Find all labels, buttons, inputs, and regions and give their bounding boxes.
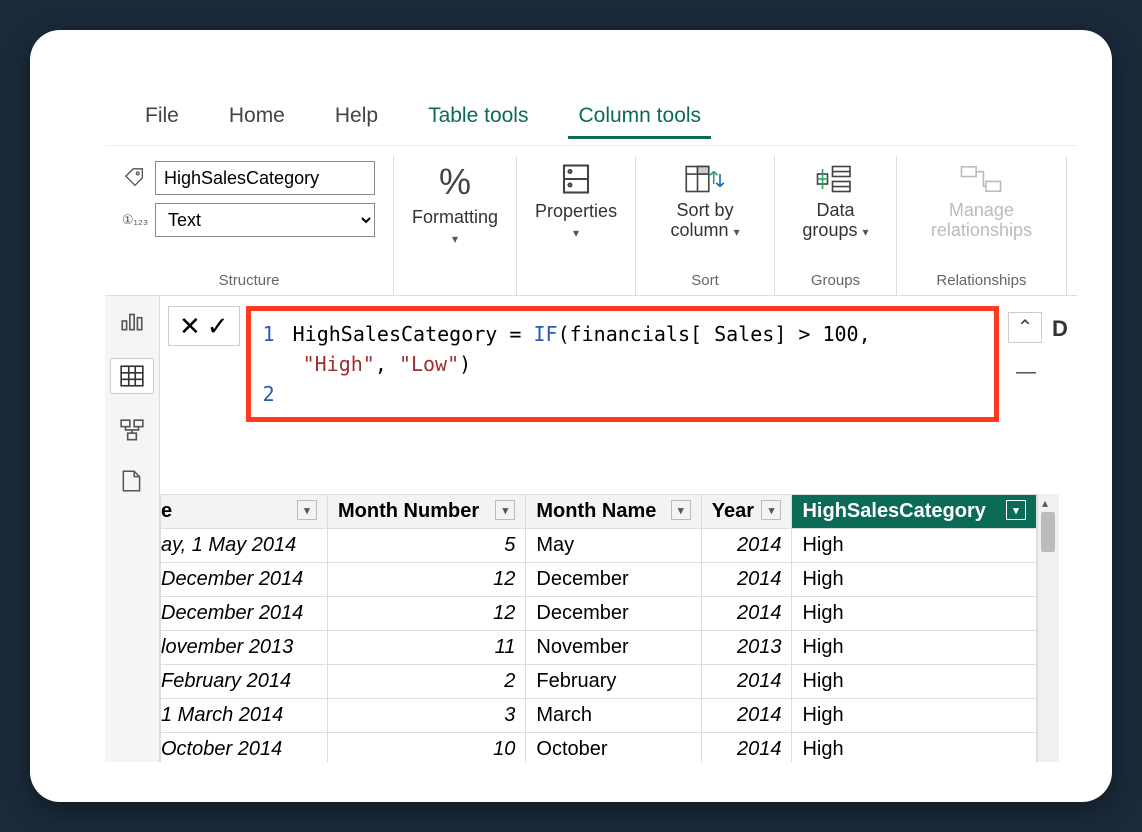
formula-resize-handle[interactable]: — — [1016, 361, 1034, 384]
data-type-select[interactable]: Text — [155, 203, 375, 237]
col-header-month-number[interactable]: Month Number ▾ — [328, 495, 526, 529]
tab-table-tools[interactable]: Table tools — [418, 100, 538, 139]
column-name-input[interactable] — [155, 161, 375, 195]
tag-icon — [123, 167, 147, 189]
tab-file[interactable]: File — [135, 100, 189, 139]
manage-relationships-button[interactable]: Manage relationships — [915, 161, 1048, 241]
datatype-icon: ①₁₂₃ — [123, 212, 147, 228]
left-view-rail — [105, 296, 160, 494]
cell-date: 1 March 2014 — [161, 699, 328, 733]
tab-home[interactable]: Home — [219, 100, 295, 139]
data-view-icon[interactable] — [110, 358, 154, 394]
group-label-groups: Groups — [811, 272, 860, 289]
cell-month-name: December — [526, 563, 701, 597]
group-label-relationships: Relationships — [936, 272, 1026, 289]
report-view-icon[interactable] — [119, 308, 145, 334]
cell-month-name: February — [526, 665, 701, 699]
cell-month-number: 5 — [328, 529, 526, 563]
tab-help[interactable]: Help — [325, 100, 388, 139]
filter-icon[interactable]: ▾ — [761, 500, 781, 520]
relationships-icon — [959, 161, 1003, 197]
cell-highsales: High — [792, 597, 1037, 631]
data-groups-icon — [815, 161, 855, 197]
right-panel-edge: D — [1051, 306, 1069, 342]
cell-month-number: 2 — [328, 665, 526, 699]
cell-month-number: 3 — [328, 699, 526, 733]
cell-highsales: High — [792, 529, 1037, 563]
scroll-thumb[interactable] — [1041, 512, 1055, 552]
col-header-highsales[interactable]: HighSalesCategory ▾ — [792, 495, 1037, 529]
percent-icon: % — [439, 161, 471, 203]
formula-editor[interactable]: 1 HighSalesCategory = IF(financials[ Sal… — [246, 306, 999, 422]
properties-icon — [558, 161, 594, 197]
table-row[interactable]: 1 March 20143March2014High — [161, 699, 1037, 733]
cell-year: 2014 — [701, 563, 792, 597]
cell-month-name: December — [526, 597, 701, 631]
cell-date: ay, 1 May 2014 — [161, 529, 328, 563]
cell-month-name: May — [526, 529, 701, 563]
table-row[interactable]: December 201412December2014High — [161, 597, 1037, 631]
cell-date: December 2014 — [161, 597, 328, 631]
formula-cancel-button[interactable]: ✕ — [179, 311, 201, 342]
group-label-structure: Structure — [219, 272, 280, 289]
chevron-down-icon: ▾ — [573, 226, 579, 240]
cell-year: 2014 — [701, 597, 792, 631]
cell-year: 2014 — [701, 529, 792, 563]
dax-view-icon[interactable] — [119, 468, 145, 494]
ribbon: ①₁₂₃ Text Structure % Formatting ▾ — [105, 146, 1077, 296]
formatting-button[interactable]: % Formatting ▾ — [412, 161, 498, 246]
table-row[interactable]: October 201410October2014High — [161, 733, 1037, 763]
filter-icon[interactable]: ▾ — [297, 500, 317, 520]
properties-button[interactable]: Properties ▾ — [535, 161, 617, 240]
chevron-down-icon: ▾ — [452, 232, 458, 246]
sort-icon — [685, 161, 725, 197]
table-row[interactable]: December 201412December2014High — [161, 563, 1037, 597]
cell-highsales: High — [792, 563, 1037, 597]
ribbon-tabs: File Home Help Table tools Column tools — [105, 100, 1077, 146]
cell-date: February 2014 — [161, 665, 328, 699]
cell-highsales: High — [792, 699, 1037, 733]
cell-highsales: High — [792, 733, 1037, 763]
col-header-month-name[interactable]: Month Name ▾ — [526, 495, 701, 529]
cell-highsales: High — [792, 665, 1037, 699]
cell-month-number: 12 — [328, 563, 526, 597]
cell-month-name: October — [526, 733, 701, 763]
cell-month-name: March — [526, 699, 701, 733]
data-groups-button[interactable]: Data groups ▾ — [793, 161, 878, 241]
cell-year: 2013 — [701, 631, 792, 665]
model-view-icon[interactable] — [119, 418, 145, 444]
tab-column-tools[interactable]: Column tools — [568, 100, 711, 139]
cell-month-name: November — [526, 631, 701, 665]
cell-year: 2014 — [701, 733, 792, 763]
formula-commit-button[interactable]: ✓ — [207, 311, 229, 342]
cell-date: October 2014 — [161, 733, 328, 763]
cell-date: lovember 2013 — [161, 631, 328, 665]
cell-year: 2014 — [701, 665, 792, 699]
cell-highsales: High — [792, 631, 1037, 665]
vertical-scrollbar[interactable]: ▴ — [1037, 494, 1059, 762]
cell-date: December 2014 — [161, 563, 328, 597]
filter-icon[interactable]: ▾ — [1006, 500, 1026, 520]
table-row[interactable]: lovember 201311November2013High — [161, 631, 1037, 665]
col-header-date[interactable]: e▾ — [161, 495, 328, 529]
cell-month-number: 12 — [328, 597, 526, 631]
sort-by-column-button[interactable]: Sort by column ▾ — [654, 161, 756, 241]
filter-icon[interactable]: ▾ — [671, 500, 691, 520]
formula-collapse-button[interactable]: ⌃ — [1008, 312, 1043, 343]
table-row[interactable]: ay, 1 May 20145May2014High — [161, 529, 1037, 563]
col-header-year[interactable]: Year ▾ — [701, 495, 792, 529]
data-table: e▾ Month Number ▾ Month Name ▾ Year ▾ Hi… — [160, 494, 1037, 762]
table-row[interactable]: February 20142February2014High — [161, 665, 1037, 699]
filter-icon[interactable]: ▾ — [495, 500, 515, 520]
scroll-up-icon[interactable]: ▴ — [1042, 496, 1048, 510]
cell-month-number: 10 — [328, 733, 526, 763]
group-label-sort: Sort — [691, 272, 719, 289]
cell-year: 2014 — [701, 699, 792, 733]
cell-month-number: 11 — [328, 631, 526, 665]
